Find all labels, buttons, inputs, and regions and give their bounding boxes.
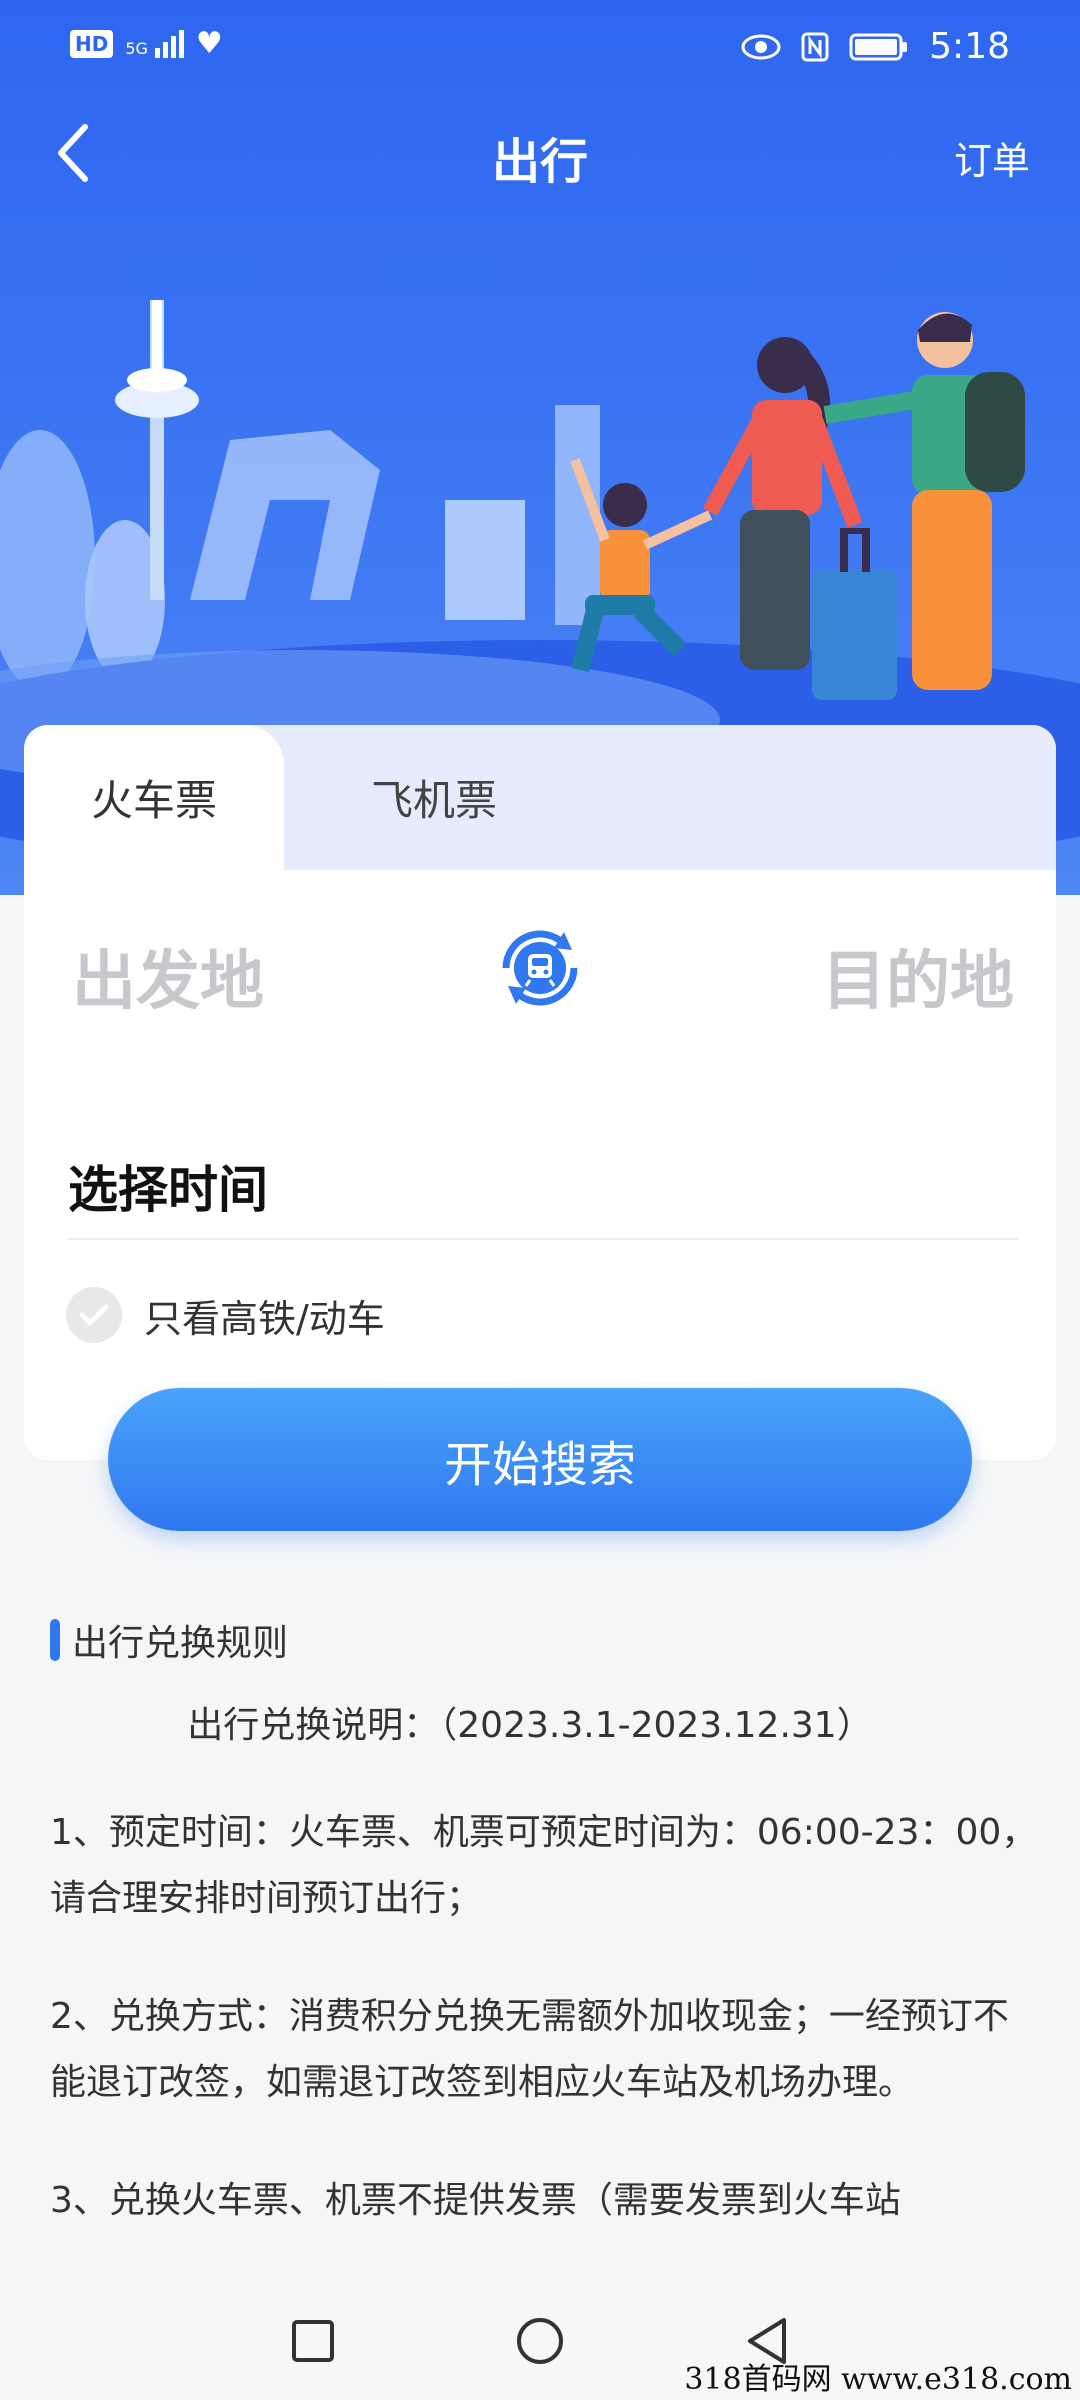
battery-icon (849, 33, 908, 60)
rule-item: 3、兑换火车票、机票不提供发票（需要发票到火车站 (50, 2180, 901, 2221)
rules-subtitle: 出行兑换说明：（2023.3.1-2023.12.31） (187, 1705, 873, 1746)
rule-item: 1、预定时间：火车票、机票可预定时间为：06:00-23：00，请合理安排时间预… (50, 1812, 1038, 1919)
checkbox[interactable] (66, 1287, 122, 1343)
status-left: HD 5G ♥ (70, 26, 223, 61)
rules-section: 出行兑换规则 出行兑换说明：（2023.3.1-2023.12.31） 1、预定… (50, 1610, 1040, 2234)
filter-label: 只看高铁/动车 (144, 1296, 385, 1341)
train-swap-icon (502, 930, 578, 1006)
nav-bar: 出行 订单 (0, 100, 1080, 210)
destination-field[interactable]: 目的地 (822, 930, 1014, 1022)
clock: 5:18 (929, 26, 1010, 67)
tab-train[interactable]: 火车票 (24, 725, 284, 870)
recent-apps-button[interactable] (278, 2306, 348, 2376)
hd-badge: HD (70, 29, 114, 58)
check-icon (79, 1304, 109, 1326)
search-button[interactable]: 开始搜索 (108, 1388, 972, 1531)
accent-bar (50, 1619, 60, 1661)
rules-header: 出行兑换规则 (50, 1610, 1040, 1670)
status-right: 5:18 (741, 26, 1010, 67)
booking-card: 火车票 飞机票 出发地 目的地 选择时间 只看高铁/动车 (24, 725, 1056, 1460)
network-label: 5G (125, 38, 148, 58)
nfc-icon (801, 32, 829, 61)
ticket-tabs: 火车票 飞机票 (24, 725, 1056, 870)
circle-icon (516, 2318, 563, 2364)
eye-icon (741, 34, 781, 59)
wifi-icon: ♥ (195, 26, 223, 61)
rule-item: 2、兑换方式：消费积分兑换无需额外加收现金；一经预订不能退订改签，如需退订改签到… (50, 1996, 1009, 2103)
watermark: 318首码网 www.e318.com (684, 2362, 1072, 2397)
date-label: 选择时间 (68, 1161, 268, 1219)
rules-title: 出行兑换规则 (72, 1623, 289, 1664)
high-speed-filter[interactable]: 只看高铁/动车 (66, 1280, 385, 1350)
signal-icon: 5G (125, 29, 184, 58)
order-link[interactable]: 订单 (954, 130, 1030, 185)
home-button[interactable] (505, 2306, 575, 2376)
date-picker[interactable]: 选择时间 (68, 1130, 1018, 1240)
status-bar: HD 5G ♥ 5:18 (0, 0, 1080, 95)
route-row: 出发地 目的地 (24, 900, 1056, 1040)
page-title: 出行 (491, 134, 588, 190)
square-icon (292, 2320, 335, 2362)
departure-field[interactable]: 出发地 (72, 930, 264, 1022)
tab-flight[interactable]: 飞机票 (284, 725, 584, 870)
swap-button[interactable] (492, 920, 588, 1016)
